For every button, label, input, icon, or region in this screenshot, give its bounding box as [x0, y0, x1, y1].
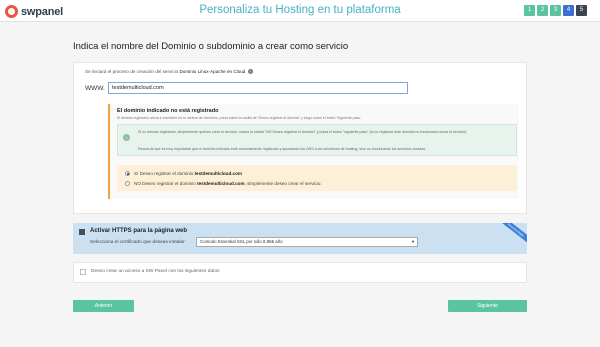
access-panel: Deseo crear un acceso a SW Panel con los…: [73, 262, 527, 283]
help-icon[interactable]: ?: [247, 69, 253, 75]
certificate-selected: Comodo Essential SSL por sólo 8,95€ año: [200, 239, 283, 244]
previous-button[interactable]: Anterior: [73, 300, 134, 312]
option-no-suffix: , simplemente deseo crear el servicio.: [244, 181, 322, 186]
certificate-select[interactable]: Comodo Essential SSL por sólo 8,95€ año …: [196, 237, 418, 247]
page-title: Indica el nombre del Dominio o subdomini…: [73, 41, 349, 52]
https-title: Activar HTTPS para la página web: [90, 228, 188, 234]
step-4[interactable]: 4: [563, 5, 574, 16]
step-1[interactable]: 1: [524, 5, 535, 16]
option-register-yes[interactable]: Sí Deseo registrar el dominio testdemult…: [125, 171, 242, 176]
registration-title: El dominio indicado no está registrado: [117, 108, 219, 114]
option-register-no[interactable]: NO Deseo registrar el dominio testdemult…: [125, 181, 322, 186]
access-label: Deseo crear un acceso a SW Panel con los…: [91, 269, 220, 274]
domain-input[interactable]: [108, 82, 408, 94]
https-panel: Activar HTTPS para la página web Selecci…: [73, 223, 527, 254]
registration-note: i Si no deseas registrarlo, simplemente …: [117, 124, 517, 156]
service-info-prefix: Se iniciará el proceso de creación del s…: [85, 69, 179, 74]
recommended-ribbon: Recomendado: [494, 223, 527, 248]
next-button[interactable]: Siguiente: [448, 300, 527, 312]
registration-subtitle: Si deseas registrarlo ahora e insertarlo…: [117, 116, 362, 120]
service-info: Se iniciará el proceso de creación del s…: [85, 69, 253, 75]
note-extra: Recuerda que es muy importante que el do…: [138, 147, 427, 151]
option-yes-domain: testdemulticloud.com: [194, 171, 242, 176]
radio-no[interactable]: [125, 181, 130, 186]
certificate-label: Selecciona el certificado que deseas ins…: [90, 240, 185, 245]
step-5[interactable]: 5: [576, 5, 587, 16]
registration-warning: El dominio indicado no está registrado S…: [108, 104, 519, 199]
page-heading: Personaliza tu Hosting en tu plataforma: [199, 4, 401, 16]
domain-panel: Se iniciará el proceso de creación del s…: [73, 62, 527, 214]
https-checkbox[interactable]: [79, 229, 85, 235]
option-yes-label: Sí Deseo registrar el dominio: [134, 171, 194, 176]
step-3[interactable]: 3: [550, 5, 561, 16]
step-indicator: 1 2 3 4 5: [524, 5, 587, 16]
service-name: Dominio Linux-Apache en Cloud: [179, 69, 246, 74]
option-no-label: NO Deseo registrar el dominio: [134, 181, 196, 186]
option-no-domain: testdemulticloud.com: [197, 181, 245, 186]
chevron-down-icon: ▼: [411, 239, 415, 244]
www-label: WWW.: [85, 85, 105, 92]
step-2[interactable]: 2: [537, 5, 548, 16]
info-icon: i: [123, 134, 130, 141]
radio-yes[interactable]: [125, 171, 130, 176]
registration-options: Sí Deseo registrar el dominio testdemult…: [117, 165, 517, 191]
note-text: Si no deseas registrarlo, simplemente qu…: [138, 130, 468, 134]
access-checkbox[interactable]: [80, 269, 86, 275]
top-bar: swpanel Personaliza tu Hosting en tu pla…: [0, 0, 600, 22]
